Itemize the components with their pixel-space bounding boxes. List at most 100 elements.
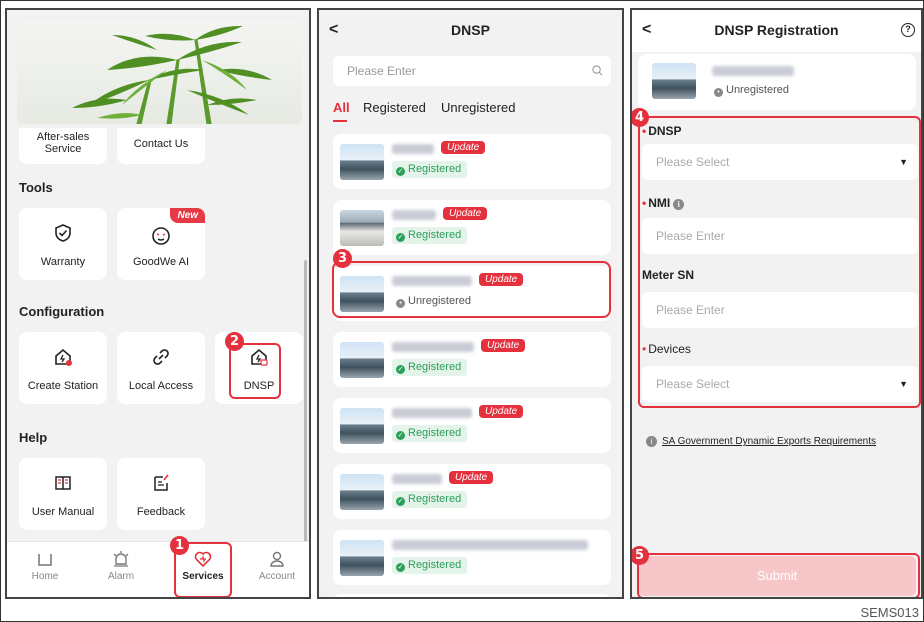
section-title-configuration: Configuration (19, 304, 105, 319)
info-icon: i (646, 436, 657, 447)
card-user-manual-label: User Manual (31, 506, 95, 518)
tab-account-label: Account (258, 571, 296, 582)
update-tag: Update (443, 207, 488, 220)
card-after-sales-label: After-sales Service (36, 131, 90, 155)
check-icon: ✓ (396, 365, 405, 374)
list-item[interactable]: Update ✓ Registered (333, 398, 611, 453)
plant-thumbnail (340, 144, 384, 180)
update-tag: Update (441, 141, 486, 154)
list-item[interactable] (333, 594, 611, 597)
add-station-icon (55, 348, 72, 366)
status-badge: ✓ Registered (392, 425, 468, 442)
ai-chat-icon (152, 227, 170, 245)
highlight-form-fields (638, 116, 921, 408)
search-input[interactable]: Please Enter (333, 56, 611, 86)
card-feedback[interactable]: Feedback (117, 458, 205, 530)
dnsp-list-screen: < DNSP Please Enter All Registered Unreg… (317, 8, 624, 599)
filter-tab-registered[interactable]: Registered (363, 100, 426, 115)
status-badge: • Unregistered (710, 82, 795, 99)
plant-thumbnail (340, 342, 384, 378)
tab-home[interactable]: Home (15, 550, 75, 582)
tab-bar: Home Alarm Services Account (7, 541, 309, 597)
list-item[interactable]: ✓ Registered (333, 530, 611, 585)
bell-icon (113, 551, 129, 567)
tab-home-label: Home (31, 571, 59, 582)
card-warranty-label: Warranty (40, 256, 86, 268)
card-create-station[interactable]: Create Station (19, 332, 107, 404)
list-item[interactable]: Update ✓ Registered (333, 464, 611, 519)
page-title: DNSP (451, 22, 490, 38)
help-icon[interactable]: ? (901, 23, 915, 37)
highlight-unregistered-item (332, 261, 611, 318)
plant-thumbnail (340, 210, 384, 246)
search-icon (592, 65, 603, 76)
card-create-station-label: Create Station (27, 380, 99, 392)
plant-thumbnail (340, 474, 384, 510)
active-tab-underline (333, 120, 347, 122)
highlight-submit (637, 553, 920, 597)
link-icon (153, 349, 169, 365)
sa-requirements-link[interactable]: i SA Government Dynamic Exports Requireme… (646, 436, 876, 447)
blurred-plant-name (392, 408, 472, 418)
update-tag: Update (449, 471, 494, 484)
card-contact-us-label: Contact Us (133, 138, 189, 150)
check-icon: ✓ (396, 497, 405, 506)
card-local-access[interactable]: Local Access (117, 332, 205, 404)
back-button[interactable]: < (642, 10, 651, 50)
check-icon: ✓ (396, 233, 405, 242)
home-icon (38, 554, 52, 566)
feedback-icon (154, 474, 169, 491)
bamboo-image (72, 25, 272, 124)
step-marker-3: 3 (333, 249, 352, 268)
update-tag: Update (479, 405, 524, 418)
card-contact-us[interactable]: Contact Us (117, 128, 205, 164)
plant-card: • Unregistered (638, 54, 916, 110)
list-item[interactable]: Update ✓ Registered (333, 200, 611, 255)
check-icon: ✓ (396, 563, 405, 572)
book-icon (55, 476, 71, 490)
services-screen: After-sales Service Contact Us Tools War… (5, 8, 311, 599)
header: < DNSP Registration ? (632, 10, 921, 52)
card-goodwe-ai-label: GoodWe AI (132, 256, 190, 268)
tab-alarm[interactable]: Alarm (91, 550, 151, 582)
tab-alarm-label: Alarm (107, 571, 135, 582)
check-icon: ✓ (396, 431, 405, 440)
person-icon (270, 551, 284, 567)
blurred-plant-name (392, 342, 474, 352)
blurred-plant-name (392, 540, 588, 550)
status-badge: ✓ Registered (392, 161, 468, 178)
card-user-manual[interactable]: User Manual (19, 458, 107, 530)
dnsp-registration-screen: < DNSP Registration ? • Unregistered • DNS… (630, 8, 923, 599)
filter-tab-unregistered[interactable]: Unregistered (441, 100, 515, 115)
section-title-tools: Tools (19, 180, 53, 195)
plant-thumbnail (340, 408, 384, 444)
scrollbar[interactable] (304, 260, 307, 550)
status-badge: ✓ Registered (392, 491, 468, 508)
plant-thumbnail (652, 63, 696, 99)
card-local-access-label: Local Access (128, 380, 194, 392)
card-warranty[interactable]: Warranty (19, 208, 107, 280)
back-button[interactable]: < (329, 10, 338, 50)
step-marker-5: 5 (632, 546, 649, 565)
figure-frame: After-sales Service Contact Us Tools War… (0, 0, 924, 622)
card-goodwe-ai[interactable]: New GoodWe AI (117, 208, 205, 280)
shield-check-icon (55, 224, 71, 242)
filter-tab-all[interactable]: All (333, 100, 350, 115)
header: < DNSP (319, 10, 622, 52)
status-badge: ✓ Registered (392, 227, 468, 244)
step-marker-1: 1 (170, 536, 189, 555)
step-marker-2: 2 (225, 332, 244, 351)
new-tag: New (170, 208, 205, 223)
search-placeholder: Please Enter (347, 64, 416, 78)
page-title: DNSP Registration (714, 22, 839, 38)
blurred-plant-name (712, 66, 794, 76)
status-badge: ✓ Registered (392, 557, 468, 574)
status-badge: ✓ Registered (392, 359, 468, 376)
card-after-sales[interactable]: After-sales Service (19, 128, 107, 164)
highlight-dnsp (229, 343, 281, 399)
blurred-plant-name (392, 474, 442, 484)
blurred-plant-name (392, 210, 436, 220)
list-item[interactable]: Update ✓ Registered (333, 332, 611, 387)
tab-account[interactable]: Account (247, 550, 307, 582)
list-item[interactable]: Update ✓ Registered (333, 134, 611, 189)
